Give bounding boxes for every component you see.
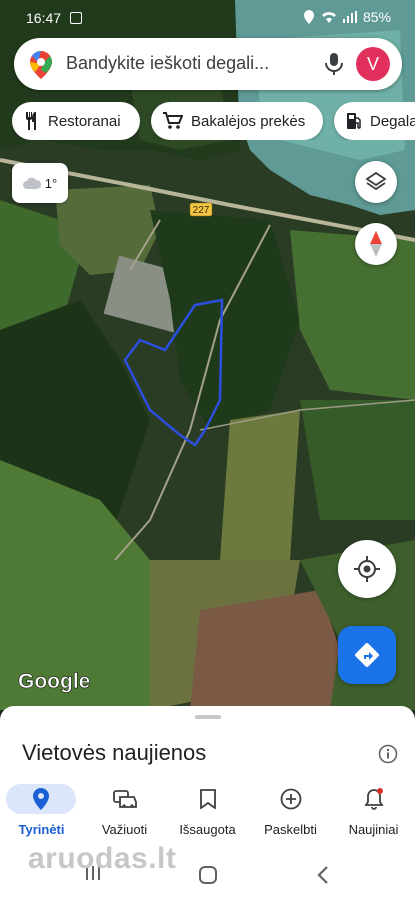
restaurant-icon bbox=[26, 112, 36, 130]
bottom-navigation: Tyrinėti Važiuoti Išsaugota Paskelbti Na… bbox=[0, 778, 415, 840]
location-status-icon bbox=[303, 10, 314, 24]
status-icons: 85% bbox=[303, 9, 391, 25]
nav-go[interactable]: Važiuoti bbox=[83, 778, 166, 840]
status-bar: 16:47 85% bbox=[0, 0, 415, 36]
car-icon bbox=[113, 790, 137, 808]
nav-label: Važiuoti bbox=[101, 822, 148, 837]
status-time: 16:47 bbox=[26, 10, 62, 26]
sheet-title: Vietovės naujienos bbox=[22, 740, 207, 765]
compass-button[interactable] bbox=[355, 223, 397, 265]
chip-label: Bakalėjos prekės bbox=[191, 112, 306, 130]
info-icon[interactable] bbox=[378, 744, 398, 764]
chip-groceries[interactable]: Bakalėjos prekės bbox=[151, 102, 323, 140]
road-label: 227 bbox=[193, 205, 210, 216]
search-bar[interactable]: Bandykite ieškoti degali... V bbox=[14, 38, 402, 90]
directions-icon bbox=[355, 643, 379, 667]
weather-widget[interactable]: 1° bbox=[12, 163, 68, 203]
sheet-drag-handle[interactable] bbox=[195, 715, 221, 719]
avatar[interactable]: V bbox=[356, 47, 390, 81]
microphone-icon[interactable] bbox=[322, 51, 346, 77]
bookmark-icon bbox=[200, 789, 216, 809]
maps-pin-logo-icon bbox=[30, 51, 52, 79]
cloud-icon bbox=[22, 177, 41, 189]
cart-icon bbox=[163, 112, 183, 129]
battery-level: 85% bbox=[362, 9, 391, 25]
nav-label: Naujiniai bbox=[348, 822, 399, 837]
back-icon[interactable] bbox=[316, 865, 330, 885]
nav-label: Tyrinėti bbox=[18, 822, 65, 837]
layers-button[interactable] bbox=[355, 161, 397, 203]
crosshair-icon bbox=[354, 556, 380, 582]
home-icon[interactable] bbox=[198, 865, 218, 885]
category-chips: Restoranai Bakalėjos prekės Degala bbox=[12, 102, 415, 140]
watermark: aruodas.lt bbox=[28, 842, 177, 875]
search-input[interactable]: Bandykite ieškoti degali... bbox=[66, 53, 269, 74]
wifi-icon bbox=[321, 12, 336, 23]
layers-icon bbox=[365, 171, 387, 191]
bell-icon bbox=[364, 788, 384, 810]
weather-temp: 1° bbox=[44, 175, 58, 191]
google-logo: Google bbox=[18, 670, 90, 693]
notification-icon bbox=[70, 12, 82, 24]
directions-button[interactable] bbox=[338, 626, 396, 684]
nav-contribute[interactable]: Paskelbti bbox=[249, 778, 332, 840]
my-location-button[interactable] bbox=[338, 540, 396, 598]
nav-updates[interactable]: Naujiniai bbox=[332, 778, 415, 840]
compass-icon bbox=[370, 231, 382, 257]
gas-station-icon bbox=[347, 113, 361, 129]
chip-restaurants[interactable]: Restoranai bbox=[12, 102, 140, 140]
nav-saved[interactable]: Išsaugota bbox=[166, 778, 249, 840]
location-pin-icon bbox=[33, 788, 49, 810]
chip-label: Degala bbox=[370, 112, 415, 130]
add-circle-icon bbox=[280, 788, 302, 810]
nav-explore[interactable]: Tyrinėti bbox=[0, 778, 83, 840]
signal-icon bbox=[342, 11, 357, 23]
nav-label: Paskelbti bbox=[264, 822, 317, 837]
chip-label: Restoranai bbox=[48, 112, 121, 130]
nav-label: Išsaugota bbox=[179, 822, 236, 837]
chip-gas[interactable]: Degala bbox=[334, 102, 415, 140]
